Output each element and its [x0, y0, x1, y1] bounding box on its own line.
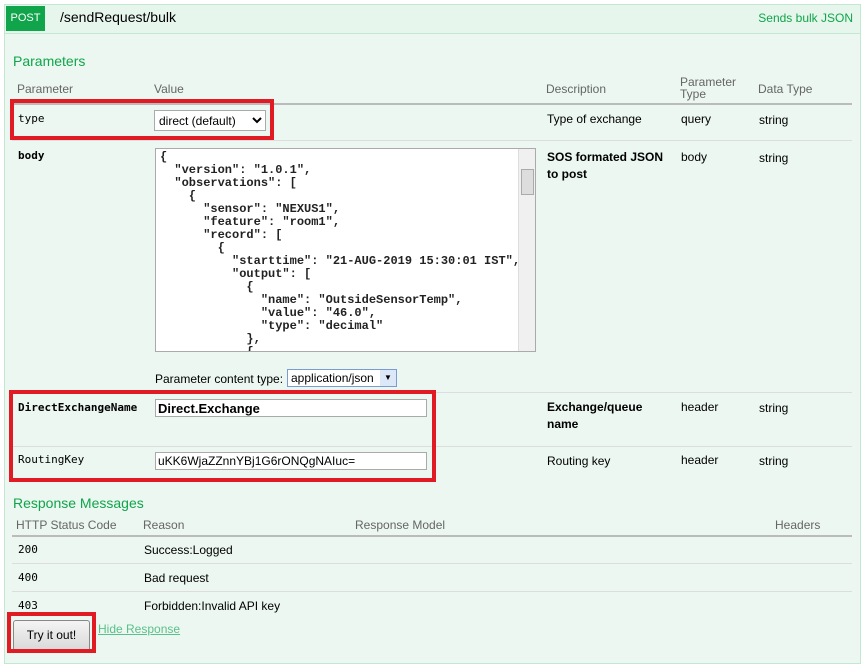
col-value: Value [154, 82, 184, 96]
body-json[interactable]: { "version": "1.0.1", "observations": [ … [156, 149, 535, 352]
content-type-label: Parameter content type: [155, 372, 284, 386]
endpoint-path[interactable]: /sendRequest/bulk [60, 9, 176, 25]
param-ptype-exchange: header [681, 400, 719, 414]
param-name-body: body [18, 149, 45, 162]
hide-response-link[interactable]: Hide Response [98, 622, 180, 636]
response-code: 400 [18, 571, 38, 584]
param-ptype-routing: header [681, 453, 719, 467]
response-reason: Bad request [144, 571, 209, 585]
chevron-down-icon[interactable]: ▼ [380, 370, 396, 386]
param-desc-type: Type of exchange [547, 112, 642, 126]
param-desc-body: SOS formated JSON to post [547, 150, 664, 181]
response-reason: Forbidden:Invalid API key [144, 599, 281, 613]
col-param-type: Parameter Type [680, 75, 737, 101]
col-headers: Headers [775, 518, 821, 532]
body-textarea[interactable]: { "version": "1.0.1", "observations": [ … [155, 148, 536, 352]
col-data-type: Data Type [758, 82, 813, 96]
param-dtype-routing: string [759, 454, 789, 468]
row-divider [12, 591, 852, 592]
param-desc-routing: Routing key [547, 454, 611, 468]
response-code: 200 [18, 543, 38, 556]
header-divider [12, 535, 852, 537]
param-desc-exchange: Exchange/queue name [547, 400, 643, 431]
highlight-box [10, 99, 274, 140]
row-divider [12, 140, 852, 141]
scrollbar-thumb[interactable] [521, 169, 534, 195]
row-divider [12, 563, 852, 564]
col-response-model: Response Model [355, 518, 446, 532]
param-dtype-type: string [759, 113, 789, 127]
col-description: Description [546, 82, 607, 96]
col-reason: Reason [143, 518, 185, 532]
content-type-select[interactable]: application/json ▼ [287, 369, 397, 387]
content-type-value: application/json [291, 371, 374, 385]
textarea-scrollbar[interactable] [518, 149, 535, 351]
param-dtype-body: string [759, 151, 789, 165]
param-dtype-exchange: string [759, 401, 789, 415]
response-reason: Success:Logged [144, 543, 233, 557]
endpoint-summary[interactable]: Sends bulk JSON [758, 11, 853, 25]
param-ptype-type: query [681, 112, 712, 126]
highlight-box [7, 612, 96, 653]
col-status-code: HTTP Status Code [16, 518, 117, 532]
param-ptype-body: body [681, 150, 708, 164]
response-code: 403 [18, 599, 38, 612]
method-badge[interactable]: POST [6, 6, 45, 31]
highlight-box [9, 390, 436, 482]
col-parameter: Parameter [17, 82, 74, 96]
parameters-title: Parameters [13, 53, 86, 69]
responses-title: Response Messages [13, 495, 144, 511]
